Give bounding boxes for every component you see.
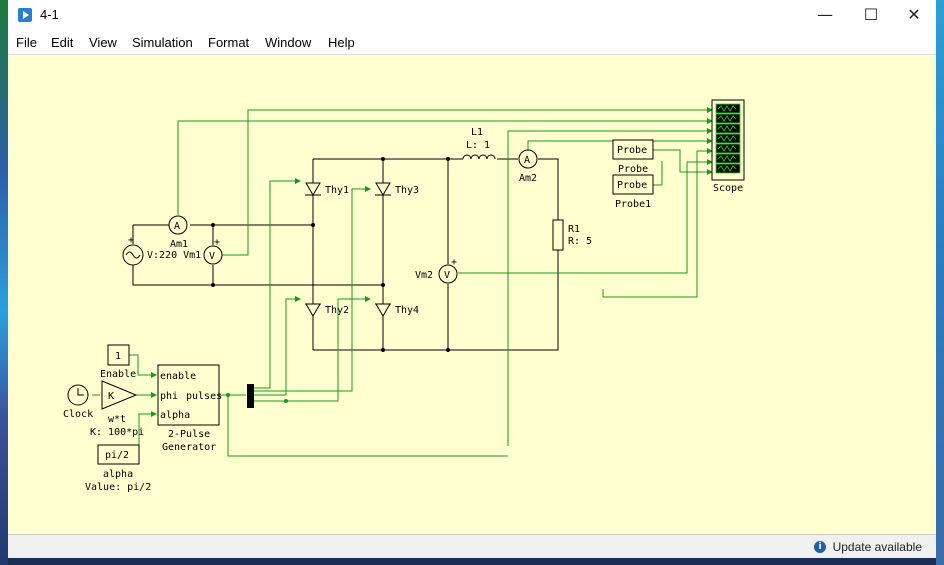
voltmeter-vm1-symbol: V (209, 251, 215, 262)
am1-label: Am1 (170, 239, 188, 250)
svg-text:+: + (451, 257, 457, 268)
status-bar: i Update available (8, 534, 936, 559)
close-icon[interactable]: ✕ (891, 0, 937, 30)
svg-text:+: + (128, 235, 134, 246)
ammeter-am2-symbol: A (524, 155, 530, 166)
probe-label: Probe (618, 164, 648, 175)
ammeter-am1-symbol: A (174, 221, 180, 232)
alpha-label: alpha (103, 469, 133, 480)
menu-simulation[interactable]: Simulation (132, 35, 193, 50)
probe1-label: Probe1 (615, 199, 651, 210)
thy3-label: Thy3 (395, 185, 419, 196)
title-bar: 4-1 — ☐ ✕ (8, 0, 936, 32)
source-label: V:220 Vm1 (147, 250, 201, 261)
ammeter-am1[interactable]: A (168, 215, 188, 235)
alpha-const-value: pi/2 (105, 450, 129, 461)
thy2-label: Thy2 (325, 305, 349, 316)
thy4-label: Thy4 (395, 305, 419, 316)
menu-window[interactable]: Window (265, 35, 311, 50)
gen-title-1: 2-Pulse (168, 429, 210, 440)
scope-label: Scope (713, 183, 743, 194)
app-icon (18, 8, 32, 22)
desktop-background-left (0, 0, 8, 565)
schematic-canvas[interactable]: + V:220 Vm1 A Am1 V + Thy1 Thy3 Thy2 Thy… (8, 54, 936, 535)
clock-icon[interactable] (67, 384, 89, 406)
ac-voltage-source: + (122, 235, 144, 266)
menu-format[interactable]: Format (208, 35, 249, 50)
gain-name: w*t (108, 414, 126, 425)
ammeter-am2[interactable]: A (518, 149, 538, 169)
thyristor-thy1[interactable] (305, 182, 321, 196)
thyristor-thy3[interactable] (375, 182, 391, 196)
menu-help[interactable]: Help (328, 35, 355, 50)
gain-value: K: 100*pi (90, 427, 144, 438)
svg-text:+: + (214, 237, 220, 248)
resistor-r1[interactable] (552, 219, 564, 251)
menu-bar: File Edit View Simulation Format Window … (8, 32, 936, 54)
minimize-icon[interactable]: — (802, 0, 848, 30)
r1-name: R1 (568, 224, 580, 235)
gen-title-2: Generator (162, 442, 216, 453)
gen-port-alpha: alpha (160, 410, 190, 421)
desktop-background-right (936, 0, 944, 565)
menu-view[interactable]: View (89, 35, 117, 50)
l1-value: L: 1 (466, 140, 490, 151)
update-available-text[interactable]: Update available (833, 540, 922, 554)
enable-const-value: 1 (115, 351, 121, 362)
l1-name: L1 (471, 127, 483, 138)
scope-block[interactable] (711, 99, 745, 181)
gen-port-pulses: pulses (186, 391, 222, 402)
info-icon: i (814, 541, 826, 553)
window-title: 4-1 (40, 7, 59, 22)
menu-file[interactable]: File (16, 35, 37, 50)
alpha-value: Value: pi/2 (85, 482, 151, 493)
schematic-diagram: + V:220 Vm1 A Am1 V + Thy1 Thy3 Thy2 Thy… (63, 99, 745, 493)
vm2-label: Vm2 (415, 270, 433, 281)
voltmeter-vm2-symbol: V (444, 270, 450, 281)
thyristor-thy4[interactable] (375, 303, 391, 317)
gain-symbol: K (108, 391, 114, 402)
inductor-l1[interactable] (462, 154, 496, 160)
gen-port-enable: enable (160, 371, 196, 382)
probe-box-text: Probe (617, 145, 647, 156)
thyristor-thy2[interactable] (305, 303, 321, 317)
app-window: 4-1 — ☐ ✕ File Edit View Simulation Form… (8, 0, 936, 565)
am2-label: Am2 (519, 173, 537, 184)
gen-port-phi: phi (160, 391, 178, 402)
enable-label: Enable (100, 369, 136, 380)
probe1-box-text: Probe (617, 180, 647, 191)
maximize-icon[interactable]: ☐ (848, 0, 894, 30)
taskbar (8, 558, 936, 565)
clock-label: Clock (63, 409, 93, 420)
menu-edit[interactable]: Edit (51, 35, 73, 50)
demux-bar[interactable] (247, 384, 254, 408)
thy1-label: Thy1 (325, 185, 349, 196)
r1-value: R: 5 (568, 236, 592, 247)
